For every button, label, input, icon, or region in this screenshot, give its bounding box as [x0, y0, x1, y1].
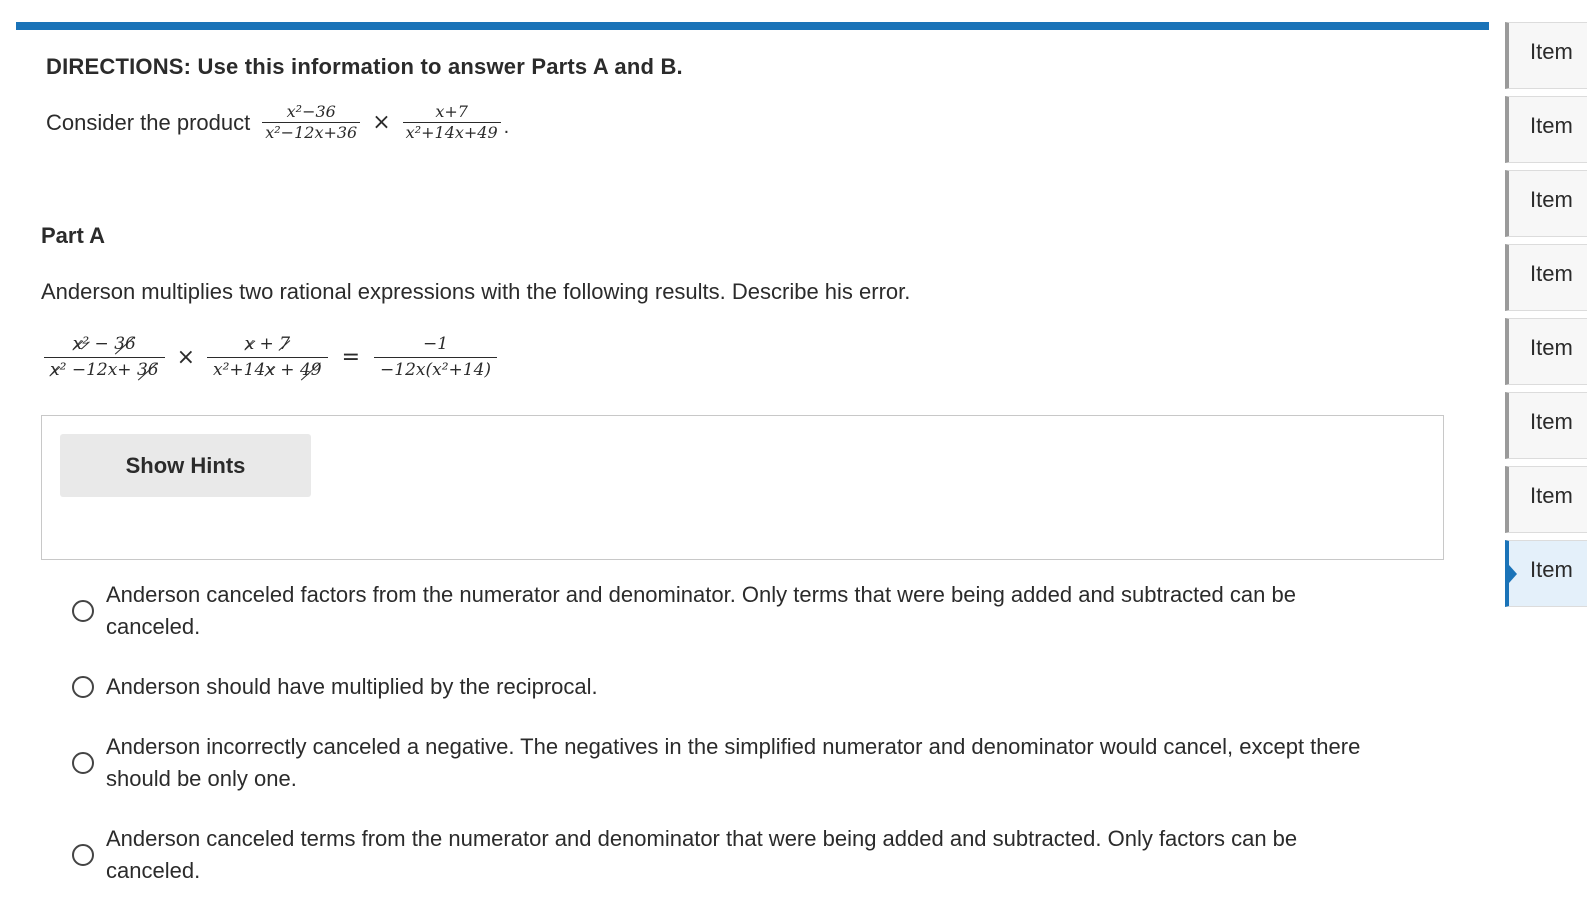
work-term: −12x+ — [66, 360, 137, 380]
option-label[interactable]: Anderson canceled factors from the numer… — [106, 579, 1371, 643]
option-label[interactable]: Anderson canceled terms from the numerat… — [106, 823, 1371, 887]
radio-button[interactable] — [72, 600, 94, 622]
work-fraction-1-numerator: x² − 36 — [67, 336, 142, 357]
show-hints-button[interactable]: Show Hints — [60, 434, 311, 497]
work-result-fraction: −1 −12x(x²+14) — [374, 334, 498, 379]
canceled-term: x — [244, 334, 255, 354]
times-symbol: × — [372, 110, 391, 135]
canceled-term: 36 — [136, 360, 159, 380]
fraction-2-denominator: x²+14x+49 — [402, 122, 501, 141]
product-lead-text: Consider the product — [46, 109, 251, 135]
nav-item-7[interactable]: Item — [1505, 466, 1587, 533]
work-fraction-1-denominator: x² −12x+ 36 — [44, 357, 165, 379]
canceled-term: x — [265, 360, 275, 380]
canceled-term: 7 — [279, 334, 291, 354]
nav-item-8-current[interactable]: Item — [1505, 540, 1587, 607]
result-numerator: −1 — [423, 334, 449, 354]
option-label[interactable]: Anderson should have multiplied by the r… — [106, 671, 1371, 703]
canceled-term: x — [50, 360, 60, 380]
work-fraction-2-denominator: x²+14x + 49 — [207, 357, 328, 379]
nav-item-5[interactable]: Item — [1505, 318, 1587, 385]
period: . — [503, 116, 510, 138]
anderson-work-equation: x² − 36 x² −12x+ 36 × x + 7 x²+14x + 49 … — [44, 334, 498, 379]
product-statement: Consider the product x²−36 x²−12x+36 × x… — [46, 104, 509, 141]
canceled-term: 49 — [299, 360, 322, 380]
equals-symbol: = — [341, 345, 361, 370]
part-a-prompt: Anderson multiplies two rational express… — [41, 279, 911, 304]
work-fraction-2: x + 7 x²+14x + 49 — [207, 336, 328, 379]
work-term: + — [254, 334, 280, 354]
nav-item-label: Item — [1530, 557, 1573, 582]
radio-button[interactable] — [72, 676, 94, 698]
directions-heading: DIRECTIONS: Use this information to answ… — [46, 54, 683, 79]
work-term: x²+14 — [213, 360, 266, 380]
canceled-term: x — [72, 334, 83, 354]
nav-item-3[interactable]: Item — [1505, 170, 1587, 237]
answer-option-1[interactable]: Anderson canceled factors from the numer… — [72, 579, 1371, 643]
radio-button[interactable] — [72, 844, 94, 866]
option-label[interactable]: Anderson incorrectly canceled a negative… — [106, 731, 1371, 795]
work-term: − — [89, 334, 115, 354]
fraction-2-numerator: x+7 — [435, 102, 468, 121]
result-denominator: −12x(x²+14) — [374, 357, 498, 379]
work-fraction-1: x² − 36 x² −12x+ 36 — [44, 336, 165, 379]
nav-item-6[interactable]: Item — [1505, 392, 1587, 459]
answer-option-4[interactable]: Anderson canceled terms from the numerat… — [72, 823, 1371, 887]
canceled-term: ² — [82, 334, 90, 354]
work-times-symbol: × — [176, 345, 196, 370]
nav-item-1[interactable]: Item — [1505, 22, 1587, 89]
hint-panel: Show Hints — [41, 415, 1444, 560]
work-term: + — [274, 360, 300, 380]
answer-option-2[interactable]: Anderson should have multiplied by the r… — [72, 671, 1371, 703]
item-navigation-rail: Item Item Item Item Item Item Item Item — [1505, 22, 1587, 614]
part-a-heading: Part A — [41, 223, 105, 248]
product-fraction-1: x²−36 x²−12x+36 — [262, 102, 361, 141]
answer-option-3[interactable]: Anderson incorrectly canceled a negative… — [72, 731, 1371, 795]
product-fraction-2: x+7 x²+14x+49 — [402, 102, 501, 141]
fraction-1-denominator: x²−12x+36 — [262, 122, 361, 141]
current-item-arrow-icon — [1509, 565, 1517, 583]
nav-item-4[interactable]: Item — [1505, 244, 1587, 311]
fraction-1-numerator: x²−36 — [286, 102, 336, 121]
nav-item-2[interactable]: Item — [1505, 96, 1587, 163]
canceled-term: 36 — [114, 334, 136, 354]
top-accent-bar — [16, 22, 1489, 30]
work-fraction-2-numerator: x + 7 — [239, 336, 296, 357]
radio-button[interactable] — [72, 752, 94, 774]
